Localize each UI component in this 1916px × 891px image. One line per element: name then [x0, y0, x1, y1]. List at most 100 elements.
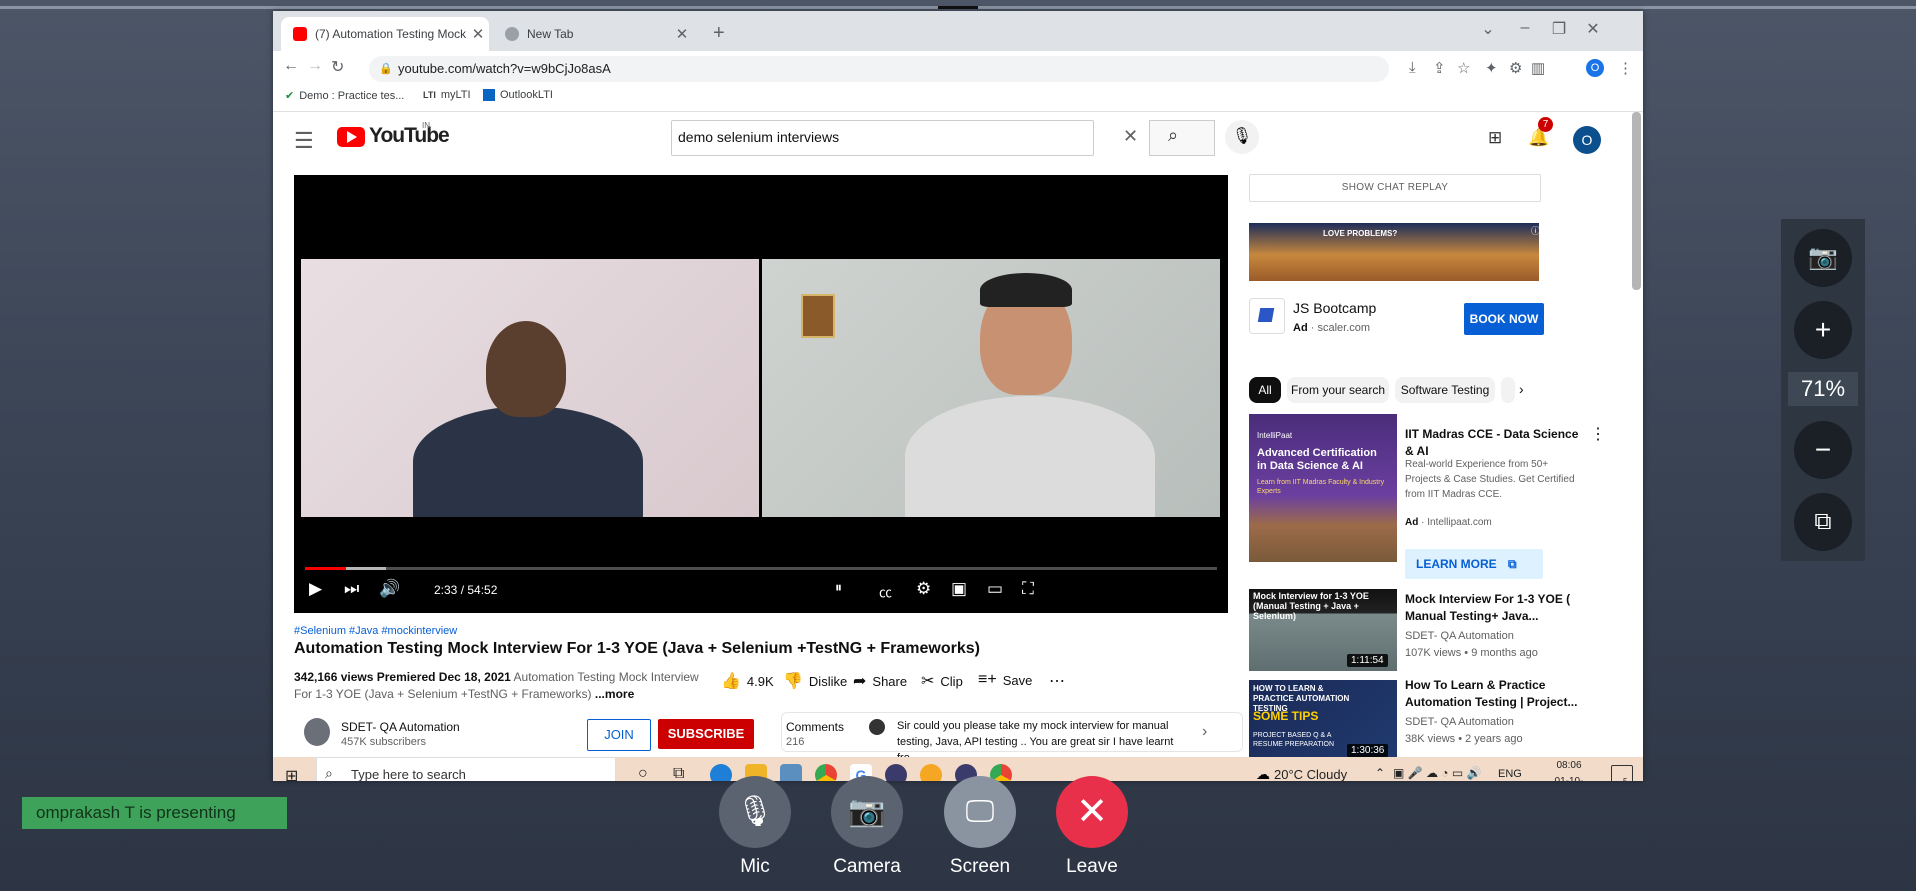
video-description-box[interactable]: 342,166 views Premiered Dec 18, 2021 Aut… — [294, 669, 704, 703]
chevron-right-icon[interactable]: › — [1202, 723, 1207, 741]
app-icon[interactable] — [920, 764, 942, 781]
channel-name[interactable]: SDET- QA Automation — [341, 720, 460, 734]
chip-overflow[interactable] — [1501, 377, 1515, 403]
forward-icon[interactable]: → — [307, 57, 323, 75]
ad-title[interactable]: JS Bootcamp — [1293, 300, 1376, 316]
bookmark-demo[interactable]: ✔ Demo : Practice tes... — [285, 89, 404, 103]
close-tab-icon[interactable]: ✕ — [671, 25, 693, 43]
store-icon[interactable] — [780, 764, 802, 781]
camera-off-icon[interactable]: 📷 — [831, 776, 903, 848]
minimize-window-icon[interactable]: – — [1510, 19, 1540, 37]
related-video-channel[interactable]: SDET- QA Automation — [1405, 716, 1514, 728]
action-center-icon[interactable] — [1611, 765, 1633, 781]
tab-youtube[interactable]: (7) Automation Testing Mock Inte ✕ — [281, 17, 489, 51]
url-text[interactable]: youtube.com/watch?v=w9bCjJo8asA — [398, 61, 611, 76]
more-options-icon[interactable]: ⋮ — [1590, 424, 1606, 444]
clock-time[interactable]: 08:06 — [1547, 760, 1591, 771]
subscribe-button[interactable]: SUBSCRIBE — [658, 719, 754, 749]
back-icon[interactable]: ← — [283, 57, 299, 75]
input-language[interactable]: ENG — [1498, 768, 1522, 780]
voice-search-icon[interactable]: 🎙 — [1225, 120, 1259, 154]
clip-button[interactable]: ✂ Clip — [921, 671, 963, 691]
search-icon[interactable]: ⌕ — [1168, 125, 1178, 146]
pop-out-icon[interactable]: ⧉ — [1794, 493, 1852, 551]
chrome-menu-icon[interactable]: ⋮ — [1618, 59, 1633, 77]
bookmark-outlook[interactable]: OutlookLTI — [483, 89, 553, 101]
app-icon[interactable] — [885, 764, 907, 781]
weather-widget[interactable]: 20°C Cloudy — [1274, 767, 1347, 781]
more-actions-icon[interactable]: ⋯ — [1049, 671, 1065, 691]
guide-menu-icon[interactable]: ☰ — [294, 128, 314, 154]
cortana-icon[interactable]: ○ — [638, 765, 648, 781]
clock-date[interactable]: 01-10-2022 — [1547, 776, 1591, 781]
account-avatar[interactable]: O — [1573, 126, 1601, 154]
chip-from-your-search[interactable]: From your search — [1287, 377, 1389, 403]
settings-gear-icon[interactable]: ⚙ — [916, 579, 931, 599]
mic-muted-icon[interactable]: 🎙 — [719, 776, 791, 848]
new-tab-icon[interactable]: + — [713, 22, 725, 45]
search-input[interactable]: demo selenium interviews — [678, 129, 839, 145]
leave-icon[interactable]: ✕ — [1056, 776, 1128, 848]
captions-icon[interactable]: ㏄ — [879, 582, 892, 601]
miniplayer-icon[interactable]: ▣ — [951, 579, 967, 599]
theater-mode-icon[interactable]: ▭ — [987, 579, 1003, 599]
tab-new-tab[interactable]: New Tab ✕ — [493, 17, 693, 51]
related-video-title[interactable]: Mock Interview For 1-3 YOE ( Manual Test… — [1405, 591, 1585, 625]
save-button[interactable]: ≡+ Save — [978, 671, 1032, 689]
bookmark-mylti[interactable]: LTI myLTI — [423, 89, 471, 101]
reload-icon[interactable]: ↻ — [331, 57, 344, 77]
youtube-wordmark[interactable]: YouTube — [369, 124, 450, 148]
bookmark-star-icon[interactable]: ☆ — [1457, 59, 1470, 77]
next-video-icon[interactable]: ⏭ — [344, 579, 359, 599]
tray-expand-icon[interactable]: ⌃ — [1375, 766, 1385, 780]
install-app-icon[interactable]: ⤓ — [1409, 59, 1416, 76]
volume-icon[interactable]: 🔊 — [379, 579, 400, 599]
top-drag-handle[interactable] — [938, 6, 978, 9]
tray-app-icons[interactable]: ▣ 🎤 ☁ ◔ ▭ 🔊 — [1393, 766, 1481, 780]
show-more-link[interactable]: ...more — [595, 687, 634, 701]
close-tab-icon[interactable]: ✕ — [467, 25, 489, 43]
share-button[interactable]: ➦ Share — [853, 671, 907, 691]
extension-puzzle-icon[interactable]: ⚙ — [1509, 59, 1522, 77]
zoom-out-icon[interactable]: − — [1794, 421, 1852, 479]
restore-window-icon[interactable]: ❐ — [1544, 19, 1574, 39]
learn-more-button[interactable]: LEARN MORE ⧉ — [1405, 549, 1543, 579]
channel-avatar[interactable] — [304, 718, 330, 746]
taskbar-search-input[interactable]: Type here to search — [351, 767, 466, 781]
chip-all[interactable]: All — [1249, 377, 1281, 403]
create-video-icon[interactable]: ⊞ — [1488, 128, 1502, 148]
side-panel-icon[interactable]: ▥ — [1531, 59, 1545, 77]
lock-icon[interactable]: 🔒 — [379, 62, 393, 75]
autoplay-toggle-icon[interactable]: ⏸︎ — [835, 579, 842, 596]
video-hashtags[interactable]: #Selenium #Java #mockinterview — [294, 625, 457, 637]
related-video-channel[interactable]: SDET- QA Automation — [1405, 630, 1514, 642]
book-now-button[interactable]: BOOK NOW — [1464, 303, 1544, 335]
show-chat-replay-button[interactable]: SHOW CHAT REPLAY — [1249, 174, 1541, 202]
close-window-icon[interactable]: ✕ — [1578, 19, 1608, 39]
ad-info-icon[interactable]: ⓘ — [1531, 224, 1540, 237]
promoted-title[interactable]: IIT Madras CCE - Data Science & AI — [1405, 426, 1581, 460]
chip-software-testing[interactable]: Software Testing — [1395, 377, 1495, 403]
windows-start-icon[interactable]: ⊞ — [285, 766, 298, 781]
camera-snapshot-icon[interactable]: 📷 — [1794, 229, 1852, 287]
zoom-in-icon[interactable]: + — [1794, 301, 1852, 359]
screen-share-icon[interactable]: 🖵 — [944, 776, 1016, 848]
chips-next-icon[interactable]: › — [1519, 381, 1524, 397]
seek-bar[interactable] — [305, 567, 1217, 570]
browser-profile-avatar[interactable]: O — [1586, 59, 1604, 77]
join-button[interactable]: JOIN — [587, 719, 651, 751]
tab-search-chevron-icon[interactable]: ⌄ — [1473, 19, 1503, 39]
edge-icon[interactable] — [710, 764, 732, 781]
related-video-title[interactable]: How To Learn & Practice Automation Testi… — [1405, 677, 1585, 711]
share-page-icon[interactable]: ⇪ — [1433, 59, 1446, 77]
search-button[interactable] — [1149, 120, 1215, 156]
dislike-button[interactable]: 👎 Dislike — [783, 671, 847, 691]
task-view-icon[interactable]: ⧉ — [673, 765, 684, 781]
chrome-icon[interactable] — [815, 764, 837, 781]
clear-search-icon[interactable]: ✕ — [1123, 126, 1138, 147]
like-button[interactable]: 👍 4.9K — [721, 671, 774, 691]
page-scrollbar[interactable] — [1632, 112, 1641, 290]
play-icon[interactable]: ▶ — [309, 579, 322, 599]
extensions-icon[interactable]: ✦ — [1485, 59, 1498, 77]
fullscreen-icon[interactable]: ⛶ — [1022, 579, 1034, 599]
